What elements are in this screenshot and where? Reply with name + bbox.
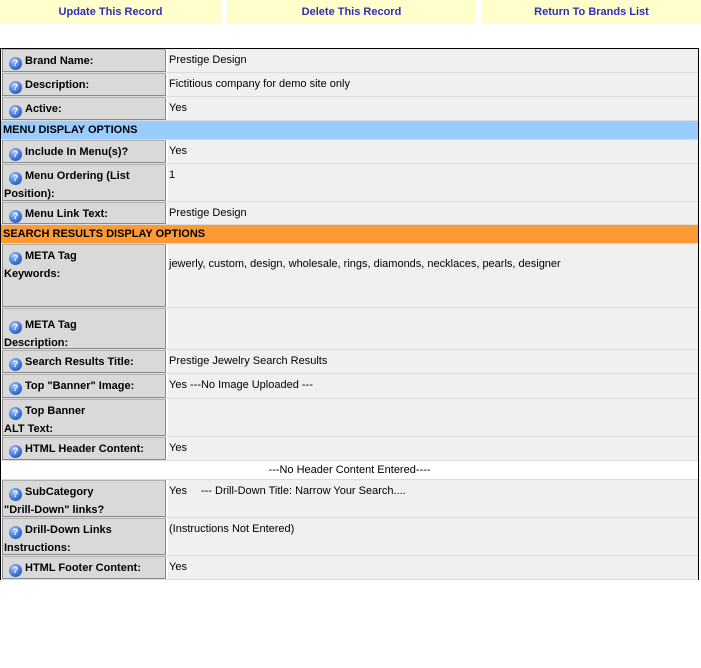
subcategory-drilldown-label: ? SubCategory "Drill-Down" links? (2, 480, 166, 517)
return-to-brands-list-button[interactable]: Return To Brands List (482, 0, 701, 24)
question-mark-icon[interactable]: ? (9, 148, 22, 161)
question-mark-icon[interactable]: ? (9, 252, 22, 265)
brand-record-table: ? Brand Name: Prestige Design ? Descriptio… (0, 48, 699, 580)
update-record-button[interactable]: Update This Record (0, 0, 221, 24)
question-mark-icon[interactable]: ? (9, 210, 22, 223)
description-label: ? Description: (2, 73, 166, 96)
drilldown-title-value: --- Drill-Down Title: Narrow Your Search… (200, 485, 406, 497)
menu-ordering-row: ? Menu Ordering (List Position): 1 (1, 164, 698, 202)
header-content-note: ---No Header Content Entered---- (1, 461, 698, 480)
menu-link-text-value: Prestige Design (168, 202, 698, 224)
menu-link-text-label: ? Menu Link Text: (2, 202, 166, 224)
top-banner-alt-row: ? Top Banner ALT Text: (1, 399, 698, 437)
drilldown-instructions-row: ? Drill-Down Links Instructions: (Instruct… (1, 518, 698, 556)
include-in-menu-label: ? Include In Menu(s)? (2, 140, 166, 163)
question-mark-icon[interactable]: ? (9, 488, 22, 501)
meta-keywords-row: ? META Tag Keywords: jewerly, custom, desi… (1, 244, 698, 308)
question-mark-icon[interactable]: ? (9, 172, 22, 185)
html-footer-content-value: Yes (168, 556, 698, 579)
meta-description-label: ? META Tag Description: (2, 308, 166, 349)
html-footer-content-label: ? HTML Footer Content: (2, 556, 166, 579)
subcategory-enabled-value: Yes (169, 485, 187, 497)
record-actions-bar: Update This Record Delete This Record Re… (0, 0, 701, 24)
search-results-title-value: Prestige Jewelry Search Results (168, 350, 698, 373)
question-mark-icon[interactable]: ? (9, 445, 22, 458)
top-banner-image-row: ? Top "Banner" Image: Yes ---No Image Upl… (1, 374, 698, 399)
menu-ordering-value: 1 (168, 164, 698, 201)
question-mark-icon[interactable]: ? (9, 526, 22, 539)
description-row: ? Description: Fictitious company for dem… (1, 73, 698, 97)
question-mark-icon[interactable]: ? (9, 57, 22, 70)
active-row: ? Active: Yes (1, 97, 698, 121)
drilldown-instructions-value: (Instructions Not Entered) (168, 518, 698, 555)
top-banner-alt-value (168, 399, 698, 436)
menu-ordering-label: ? Menu Ordering (List Position): (2, 164, 166, 201)
question-mark-icon[interactable]: ? (9, 564, 22, 577)
search-results-title-row: ? Search Results Title: Prestige Jewelry … (1, 350, 698, 374)
brand-name-value: Prestige Design (168, 49, 698, 72)
search-results-display-options-header: SEARCH RESULTS DISPLAY OPTIONS (1, 225, 698, 244)
include-in-menu-value: Yes (168, 140, 698, 163)
brand-name-row: ? Brand Name: Prestige Design (1, 49, 698, 73)
menu-link-text-row: ? Menu Link Text: Prestige Design (1, 202, 698, 225)
meta-description-value (168, 308, 698, 349)
html-header-content-label: ? HTML Header Content: (2, 437, 166, 460)
question-mark-icon[interactable]: ? (9, 105, 22, 118)
meta-keywords-label: ? META Tag Keywords: (2, 244, 166, 307)
subcategory-drilldown-row: ? SubCategory "Drill-Down" links? Yes --- D… (1, 480, 698, 518)
question-mark-icon[interactable]: ? (9, 321, 22, 334)
active-value: Yes (168, 97, 698, 120)
html-header-content-value: Yes (168, 437, 698, 460)
question-mark-icon[interactable]: ? (9, 407, 22, 420)
top-banner-image-value: Yes ---No Image Uploaded --- (168, 374, 698, 398)
top-banner-image-label: ? Top "Banner" Image: (2, 374, 166, 398)
include-in-menu-row: ? Include In Menu(s)? Yes (1, 140, 698, 164)
question-mark-icon[interactable]: ? (9, 81, 22, 94)
menu-display-options-header: MENU DISPLAY OPTIONS (1, 121, 698, 140)
top-banner-alt-label: ? Top Banner ALT Text: (2, 399, 166, 436)
brand-name-label: ? Brand Name: (2, 49, 166, 72)
drilldown-instructions-label: ? Drill-Down Links Instructions: (2, 518, 166, 555)
search-results-title-label: ? Search Results Title: (2, 350, 166, 373)
delete-record-button[interactable]: Delete This Record (227, 0, 476, 24)
html-header-content-row: ? HTML Header Content: Yes (1, 437, 698, 461)
active-label: ? Active: (2, 97, 166, 120)
question-mark-icon[interactable]: ? (9, 358, 22, 371)
question-mark-icon[interactable]: ? (9, 382, 22, 395)
meta-keywords-value: jewerly, custom, design, wholesale, ring… (168, 244, 698, 307)
description-value: Fictitious company for demo site only (168, 73, 698, 96)
subcategory-drilldown-value: Yes --- Drill-Down Title: Narrow Your Sea… (168, 480, 698, 517)
meta-description-row: ? META Tag Description: (1, 308, 698, 350)
html-footer-content-row: ? HTML Footer Content: Yes (1, 556, 698, 580)
